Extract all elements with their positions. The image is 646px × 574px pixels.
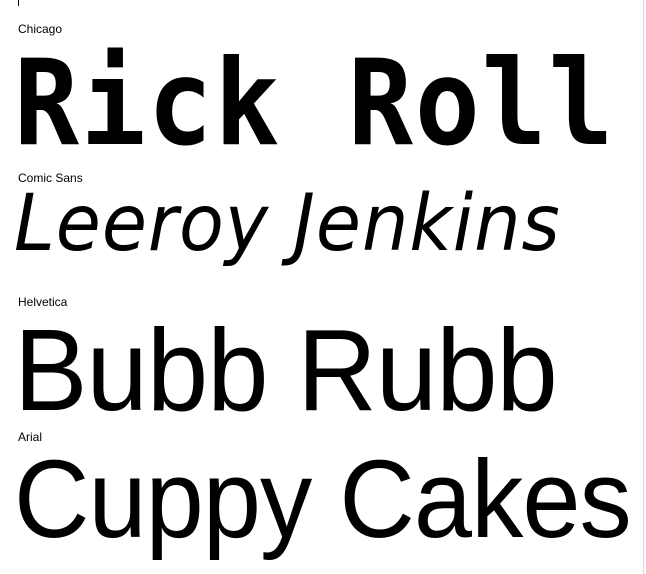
font-sample-comic-sans: Leeroy Jenkins bbox=[14, 179, 561, 269]
font-sample-chicago: Rick Roll bbox=[14, 34, 616, 173]
text-cursor bbox=[18, 0, 19, 6]
font-sample-arial: Cuppy Cakes bbox=[14, 438, 632, 561]
document-page[interactable]: Chicago Rick Roll Comic Sans Leeroy Jenk… bbox=[0, 0, 646, 574]
font-sample-helvetica: Bubb Rubb bbox=[14, 305, 558, 435]
page-edge bbox=[643, 0, 644, 574]
font-label-chicago: Chicago bbox=[18, 22, 63, 36]
